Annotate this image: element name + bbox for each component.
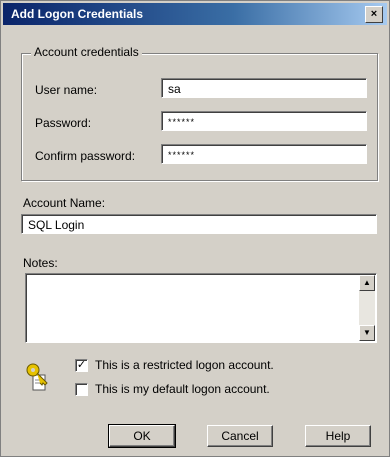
restricted-label[interactable]: This is a restricted logon account. <box>95 358 274 372</box>
key-icon <box>26 363 48 391</box>
default-checkbox[interactable] <box>75 383 88 396</box>
scroll-up-icon[interactable]: ▲ <box>359 275 375 291</box>
title-bar[interactable]: Add Logon Credentials × <box>3 3 387 25</box>
scroll-down-icon[interactable]: ▼ <box>359 325 375 341</box>
restricted-checkbox[interactable]: ✓ <box>75 359 88 372</box>
default-label[interactable]: This is my default logon account. <box>95 382 270 396</box>
account-name-input[interactable]: SQL Login <box>21 214 377 234</box>
cancel-button[interactable]: Cancel <box>207 425 273 447</box>
window-title: Add Logon Credentials <box>11 7 143 21</box>
account-credentials-label: Account credentials <box>31 45 142 59</box>
password-input[interactable]: ****** <box>161 111 367 131</box>
notes-label: Notes: <box>23 256 58 270</box>
password-label: Password: <box>35 116 92 130</box>
dialog-window: Add Logon Credentials × Account credenti… <box>0 0 390 457</box>
help-button[interactable]: Help <box>305 425 371 447</box>
ok-button[interactable]: OK <box>108 424 176 448</box>
close-button[interactable]: × <box>365 6 383 23</box>
user-name-input[interactable]: sa <box>161 78 367 98</box>
notes-scrollbar[interactable]: ▲ ▼ <box>359 275 375 341</box>
notes-textarea[interactable]: ▲ ▼ <box>25 273 377 343</box>
confirm-password-input[interactable]: ****** <box>161 144 367 164</box>
account-name-label: Account Name: <box>23 196 106 210</box>
confirm-password-label: Confirm password: <box>35 149 136 163</box>
user-name-label: User name: <box>35 83 98 97</box>
